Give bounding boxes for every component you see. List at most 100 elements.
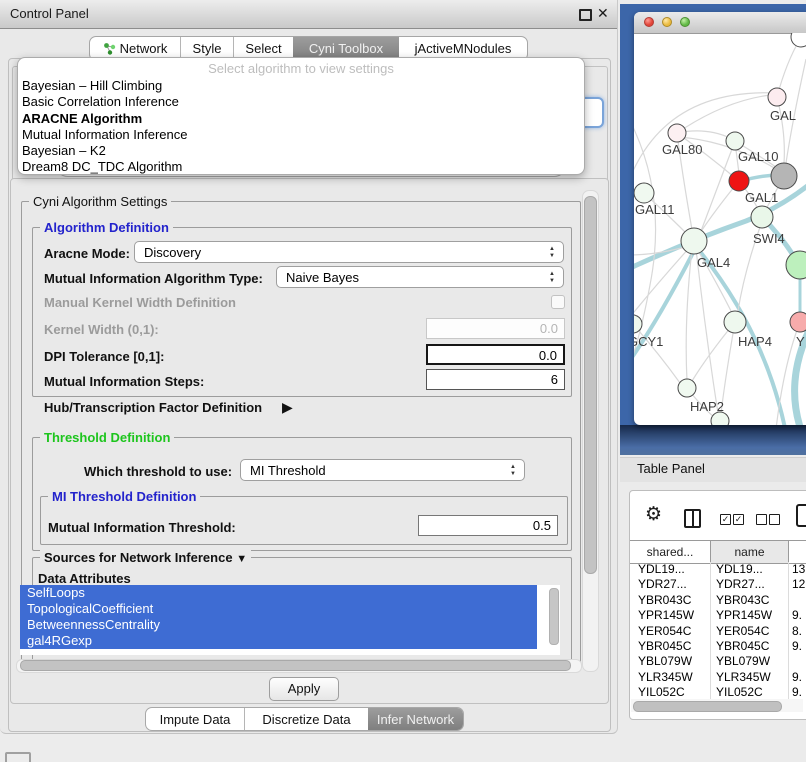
- network-node[interactable]: [729, 171, 749, 191]
- algorithm-option[interactable]: Bayesian – K2: [22, 143, 578, 159]
- attribute-list-item[interactable]: BetweennessCentrality: [20, 617, 537, 633]
- table-row[interactable]: YIL052CYIL052C9.: [630, 685, 806, 700]
- table-row[interactable]: YBL079WYBL079W: [630, 654, 806, 669]
- tab-discretize-data[interactable]: Discretize Data: [244, 708, 368, 730]
- minimize-traffic-light-icon[interactable]: [662, 17, 672, 27]
- mi-threshold-label: Mutual Information Threshold:: [48, 520, 236, 535]
- algorithm-option[interactable]: Basic Correlation Inference: [22, 94, 578, 110]
- hub-definition-label[interactable]: Hub/Transcription Factor Definition: [44, 400, 262, 415]
- checkbox-unchecked-icon[interactable]: [756, 514, 767, 525]
- table-cell: 12: [789, 577, 806, 592]
- network-canvas[interactable]: GALGAL80GAL10GAL1GAL11SWI4GAL4GCY1HAP4YH…: [634, 33, 806, 425]
- expanded-arrow-icon[interactable]: ▼: [236, 553, 247, 565]
- float-window-icon[interactable]: [579, 9, 592, 21]
- which-threshold-combobox[interactable]: MI Threshold ▲▼: [240, 459, 525, 481]
- network-window-titlebar[interactable]: [634, 12, 806, 34]
- table-cell: 9.: [789, 608, 806, 623]
- network-node[interactable]: [751, 206, 773, 228]
- table-row[interactable]: YPR145WYPR145W9.: [630, 608, 806, 623]
- manual-kernel-checkbox[interactable]: [551, 295, 565, 309]
- settings-horizontal-scrollbar-thumb[interactable]: [20, 660, 571, 671]
- algorithm-option[interactable]: Dream8 DC_TDC Algorithm: [22, 159, 578, 175]
- partial-button[interactable]: [5, 752, 31, 762]
- table-cell: YIL052C: [630, 685, 711, 700]
- collapsed-arrow-icon[interactable]: ▶: [282, 399, 293, 416]
- mi-steps-field[interactable]: 6: [426, 369, 565, 390]
- network-node[interactable]: [711, 412, 729, 425]
- aracne-mode-combobox[interactable]: Discovery ▲▼: [134, 241, 564, 263]
- table-icon[interactable]: [796, 504, 806, 527]
- attribute-list-item[interactable]: gal4RGexp: [20, 633, 537, 649]
- mi-type-label: Mutual Information Algorithm Type:: [44, 271, 263, 286]
- table-row[interactable]: YBR043CYBR043C: [630, 593, 806, 608]
- group-title: Algorithm Definition: [40, 220, 173, 235]
- table-panel-title: Table Panel: [637, 457, 705, 481]
- column-header[interactable]: shared...: [630, 541, 711, 563]
- group-title: Sources for Network Inference ▼: [40, 550, 251, 565]
- column-header[interactable]: name: [711, 541, 789, 563]
- table-row[interactable]: YDR27...YDR27...12: [630, 577, 806, 592]
- network-edge: [686, 249, 692, 381]
- network-node[interactable]: [768, 88, 786, 106]
- checkbox-checked-icon[interactable]: ✓: [733, 514, 744, 525]
- aracne-mode-label: Aracne Mode:: [44, 246, 130, 261]
- table-cell: YDR27...: [630, 577, 711, 592]
- attribute-list-item[interactable]: TopologicalCoefficient: [20, 601, 537, 617]
- algorithm-dropdown-list: Select algorithm to view settings Bayesi…: [17, 57, 585, 175]
- dpi-tolerance-field[interactable]: 0.0: [426, 344, 565, 365]
- table-cell: YBR045C: [630, 639, 711, 654]
- algorithm-option[interactable]: Mutual Information Inference: [22, 127, 578, 143]
- table-cell: YDL19...: [711, 562, 789, 577]
- group-title: Threshold Definition: [40, 430, 174, 445]
- network-node[interactable]: [786, 251, 806, 279]
- node-label: Y: [796, 334, 805, 349]
- table-cell: [789, 593, 806, 608]
- mi-type-combobox[interactable]: Naive Bayes ▲▼: [276, 266, 564, 288]
- network-node[interactable]: [678, 379, 696, 397]
- network-node[interactable]: [724, 311, 746, 333]
- gear-icon[interactable]: ⚙: [645, 505, 662, 524]
- network-edge: [677, 95, 770, 133]
- table-row[interactable]: YDL19...YDL19...13: [630, 562, 806, 577]
- tab-label: Select: [245, 41, 281, 56]
- table-cell: 8.: [789, 624, 806, 639]
- algorithm-option[interactable]: Bayesian – Hill Climbing: [22, 78, 578, 94]
- settings-vertical-scrollbar-thumb[interactable]: [584, 196, 597, 574]
- data-attributes-list[interactable]: SelfLoopsTopologicalCoefficientBetweenne…: [20, 585, 560, 655]
- table-row[interactable]: YER054CYER054C8.: [630, 624, 806, 639]
- network-node[interactable]: [791, 33, 806, 47]
- zoom-traffic-light-icon[interactable]: [680, 17, 690, 27]
- checkbox-unchecked-icon[interactable]: [769, 514, 780, 525]
- network-node[interactable]: [634, 183, 654, 203]
- combo-value: MI Threshold: [250, 463, 326, 478]
- apply-button[interactable]: Apply: [269, 677, 339, 701]
- column-header[interactable]: [789, 541, 806, 563]
- columns-icon[interactable]: [684, 509, 701, 528]
- table-cell: YDR27...: [711, 577, 789, 592]
- table-cell: YBR043C: [630, 593, 711, 608]
- table-row[interactable]: YBR045CYBR045C9.: [630, 639, 806, 654]
- network-node[interactable]: [790, 312, 806, 332]
- algorithm-option[interactable]: ARACNE Algorithm: [22, 111, 578, 127]
- kernel-width-field[interactable]: 0.0: [426, 318, 565, 339]
- table-row[interactable]: YLR345WYLR345W9.: [630, 670, 806, 685]
- attribute-list-item[interactable]: SelfLoops: [20, 585, 537, 601]
- table-cell: YBR045C: [711, 639, 789, 654]
- network-node[interactable]: [668, 124, 686, 142]
- close-traffic-light-icon[interactable]: [644, 17, 654, 27]
- table-horizontal-scrollbar-thumb[interactable]: [633, 701, 782, 712]
- tab-label: Impute Data: [160, 712, 231, 727]
- attributes-scrollbar-thumb[interactable]: [549, 588, 559, 645]
- network-node[interactable]: [726, 132, 744, 150]
- table-body: YDL19...YDL19...13YDR27...YDR27...12YBR0…: [630, 562, 806, 700]
- checkbox-checked-icon[interactable]: ✓: [720, 514, 731, 525]
- tab-impute-data[interactable]: Impute Data: [146, 708, 244, 730]
- control-panel-titlebar[interactable]: Control Panel ✕: [0, 0, 617, 29]
- network-node[interactable]: [771, 163, 797, 189]
- mi-threshold-field[interactable]: 0.5: [418, 515, 558, 536]
- network-frame-shadow: [620, 425, 806, 455]
- algorithm-options: Bayesian – Hill ClimbingBasic Correlatio…: [22, 78, 578, 176]
- network-node[interactable]: [681, 228, 707, 254]
- tab-infer-network[interactable]: Infer Network: [368, 708, 463, 730]
- close-icon[interactable]: ✕: [597, 5, 609, 22]
